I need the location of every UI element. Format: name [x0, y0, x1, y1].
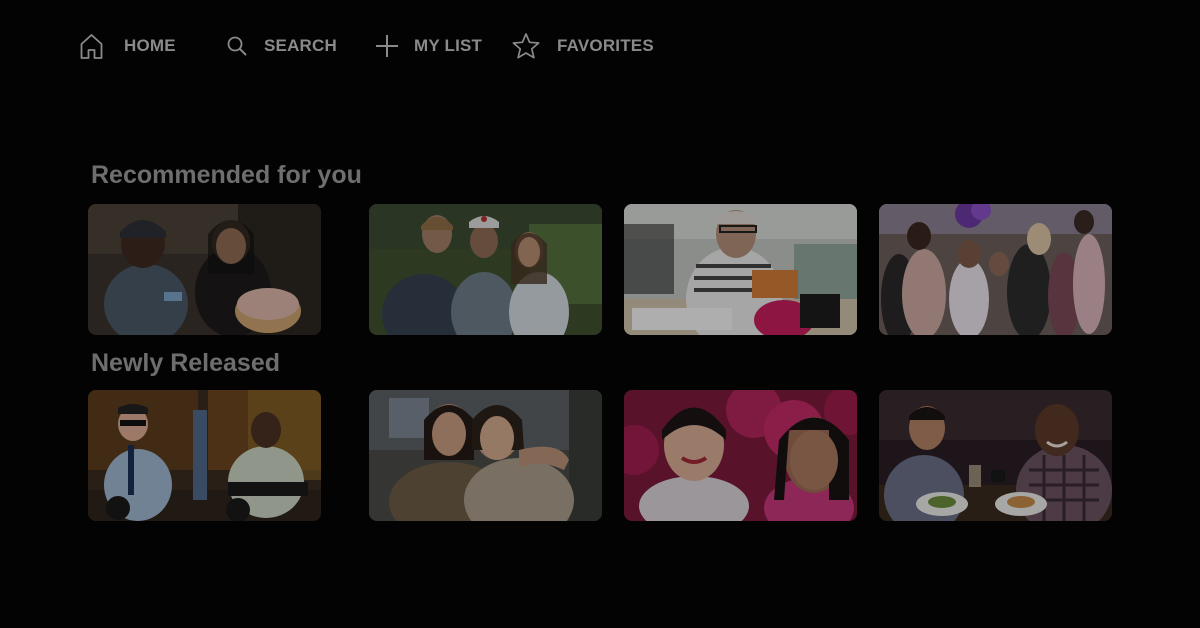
- nav-home-label: HOME: [124, 36, 176, 55]
- row-title-newly-released: Newly Released: [91, 349, 280, 377]
- nav-home[interactable]: HOME: [79, 30, 176, 62]
- tile-recommended-1[interactable]: [88, 204, 321, 335]
- thumbnail-two-women-with-cake: [88, 204, 321, 335]
- nav-favorites[interactable]: FAVORITES: [511, 30, 654, 62]
- nav-favorites-label: FAVORITES: [557, 36, 654, 55]
- thumbnail-two-men-in-wheelchairs: [88, 390, 321, 521]
- thumbnail-woman-reading: [624, 204, 857, 335]
- tile-recommended-3[interactable]: [624, 204, 857, 335]
- home-icon: [79, 32, 104, 60]
- nav-my-list[interactable]: MY LIST: [374, 30, 482, 62]
- tile-recommended-4[interactable]: [879, 204, 1112, 335]
- streaming-home-page: HOME SEARCH MY LIST FAVORITES Recommende…: [0, 0, 1200, 628]
- nav-my-list-label: MY LIST: [414, 36, 483, 55]
- nav-search-label: SEARCH: [264, 36, 337, 55]
- top-navigation: HOME SEARCH MY LIST FAVORITES: [0, 0, 1200, 92]
- search-icon: [226, 35, 248, 57]
- thumbnail-two-men-at-dinner: [879, 390, 1112, 521]
- thumbnail-three-friends-outdoors: [369, 204, 602, 335]
- row-title-recommended: Recommended for you: [91, 161, 362, 189]
- tile-newly-released-4[interactable]: [879, 390, 1112, 521]
- tile-recommended-2[interactable]: [369, 204, 602, 335]
- tile-newly-released-2[interactable]: [369, 390, 602, 521]
- thumbnail-two-women-hugging: [369, 390, 602, 521]
- tile-newly-released-3[interactable]: [624, 390, 857, 521]
- star-icon: [511, 32, 541, 60]
- tile-newly-released-1[interactable]: [88, 390, 321, 521]
- nav-search[interactable]: SEARCH: [226, 30, 337, 62]
- thumbnail-crowd-at-party: [879, 204, 1112, 335]
- plus-icon: [374, 33, 400, 59]
- thumbnail-two-women-selfie: [624, 390, 857, 521]
